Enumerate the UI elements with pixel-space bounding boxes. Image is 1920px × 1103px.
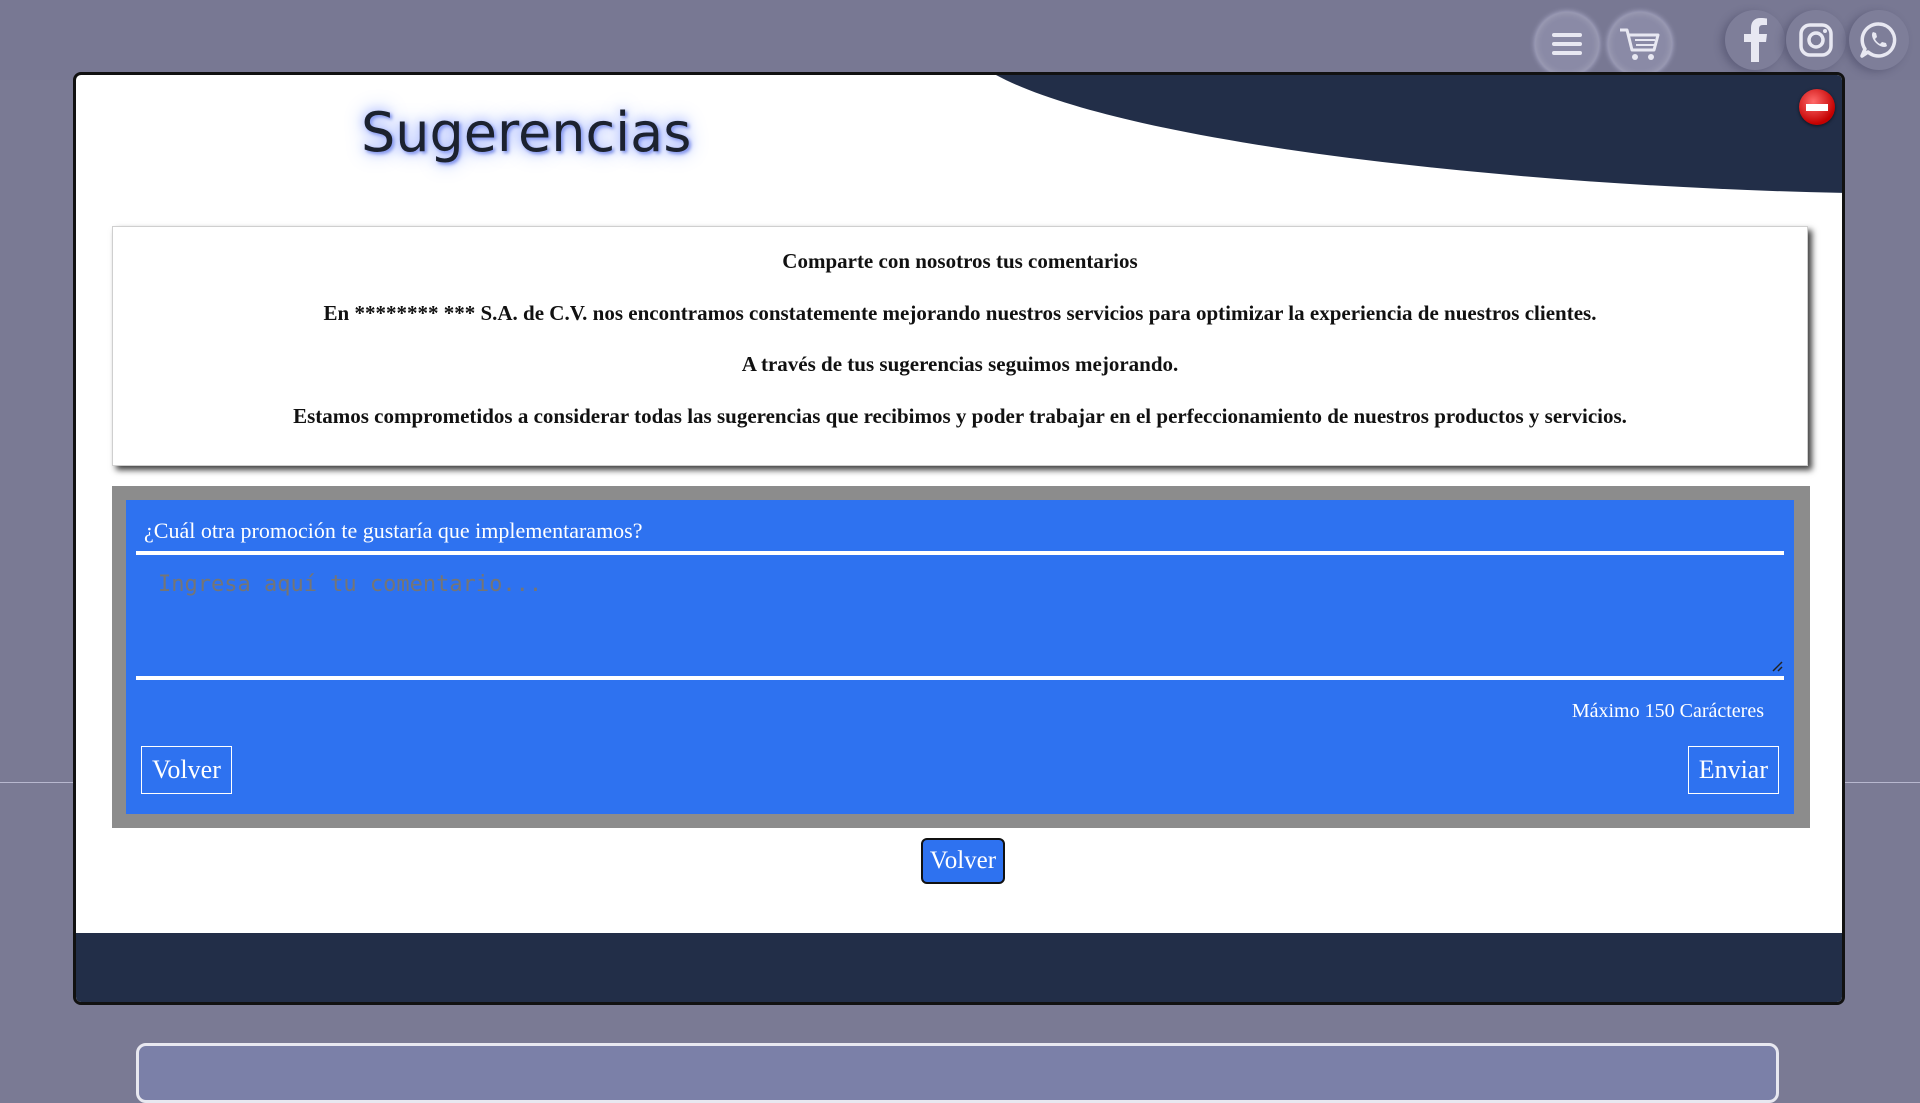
question-label: ¿Cuál otra promoción te gustaría que imp… (144, 518, 643, 543)
background-line-right (1845, 782, 1920, 783)
whatsapp-button[interactable] (1849, 10, 1909, 70)
comment-underline (136, 676, 1784, 680)
info-line-3: Estamos comprometidos a considerar todas… (293, 404, 1627, 428)
top-bar (0, 0, 1920, 80)
info-panel: Comparte con nosotros tus comentarios En… (112, 226, 1808, 466)
back-button[interactable]: Volver (921, 838, 1005, 884)
modal-footer (76, 933, 1842, 1002)
close-button[interactable] (1799, 89, 1835, 125)
max-chars-hint: Máximo 150 Carácteres (1571, 700, 1764, 722)
suggestion-form-panel: ¿Cuál otra promoción te gustaría que imp… (126, 500, 1794, 814)
close-icon (1806, 103, 1828, 111)
info-line-2: A través de tus sugerencias seguimos mej… (741, 352, 1179, 376)
instagram-button[interactable] (1786, 10, 1846, 70)
comment-textarea[interactable] (136, 558, 1784, 668)
form-back-button[interactable]: Volver (141, 746, 232, 794)
background-line-left (0, 782, 74, 783)
question-underline (136, 551, 1784, 555)
instagram-icon (1799, 23, 1833, 57)
cart-icon (1620, 28, 1660, 60)
send-button[interactable]: Enviar (1687, 746, 1779, 794)
facebook-icon (1744, 18, 1767, 62)
background-card (136, 1043, 1779, 1103)
menu-icon (1552, 33, 1582, 55)
header-swoosh (996, 75, 1842, 193)
resize-handle-icon[interactable] (1771, 660, 1783, 672)
suggestion-form: ¿Cuál otra promoción te gustaría que imp… (112, 486, 1810, 828)
suggestions-modal: Sugerencias Comparte con nosotros tus co… (73, 72, 1845, 1005)
facebook-button[interactable] (1725, 10, 1785, 70)
info-line-1: En ******** *** S.A. de C.V. nos encontr… (323, 301, 1597, 325)
menu-button[interactable] (1535, 12, 1599, 76)
cart-button[interactable] (1608, 12, 1672, 76)
whatsapp-icon (1860, 22, 1897, 58)
info-heading: Comparte con nosotros tus comentarios (782, 249, 1138, 273)
page-title: Sugerencias (361, 101, 692, 164)
